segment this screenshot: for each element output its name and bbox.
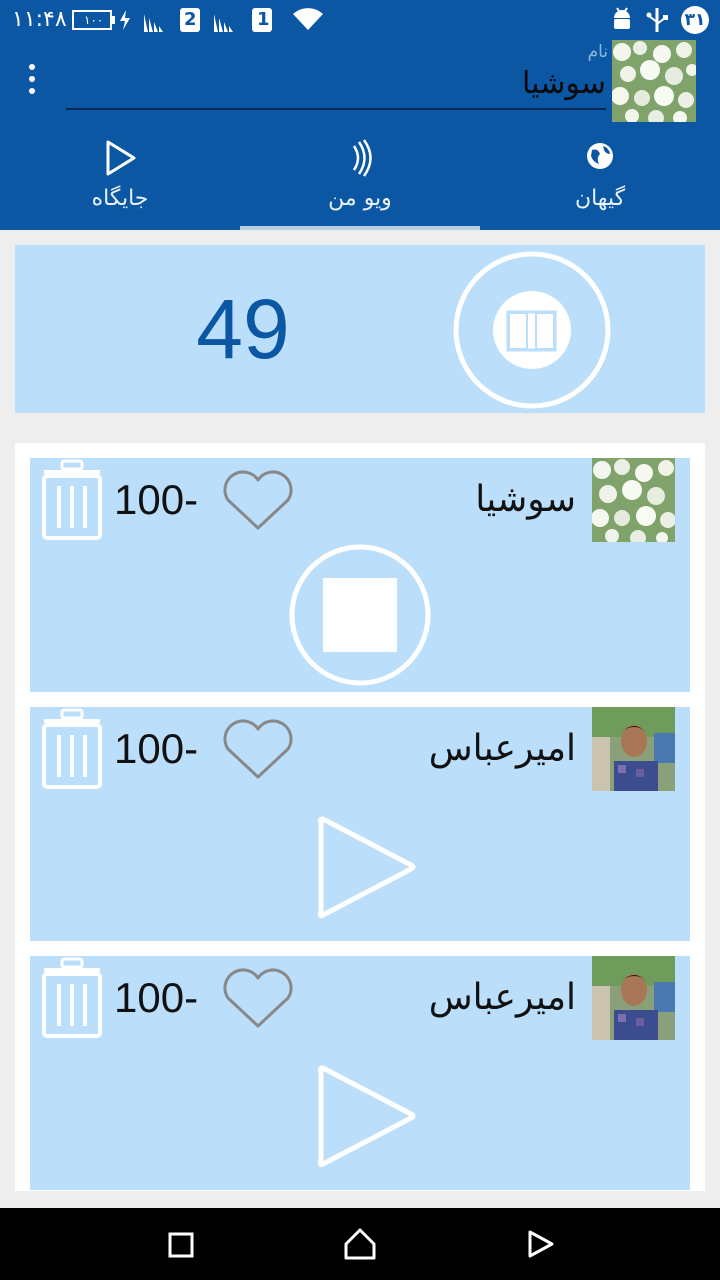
user-name: امیرعباس [428, 977, 576, 1018]
trash-icon[interactable] [40, 707, 104, 795]
name-field[interactable]: سوشیا [522, 66, 606, 101]
name-field-underline [66, 108, 606, 110]
wifi-icon [292, 6, 324, 36]
recents-icon[interactable] [166, 1226, 196, 1266]
tab-indicator [240, 226, 480, 230]
play-outline-icon [100, 136, 140, 184]
avatar [592, 956, 675, 1040]
heart-icon[interactable] [220, 966, 296, 1036]
tab-bar: جایگاه ویو من گیهان [0, 130, 720, 230]
countdown-value: 49 [196, 282, 290, 376]
back-icon[interactable] [524, 1226, 556, 1266]
tab-leaderboard[interactable]: جایگاه [0, 130, 240, 230]
sound-wave-icon [340, 136, 380, 184]
list-item[interactable]: 100- امیرعباس [30, 956, 690, 1190]
score: 100- [114, 725, 199, 772]
tab-label: جایگاه [91, 186, 149, 211]
globe-icon [580, 136, 620, 184]
charging-icon [118, 10, 132, 34]
sim1-number: 2 [184, 9, 197, 30]
list-item[interactable]: 100- امیرعباس [30, 707, 690, 941]
user-name: سوشیا [475, 479, 576, 520]
play-button[interactable] [285, 789, 435, 943]
tab-world[interactable]: گیهان [480, 130, 720, 230]
heart-icon[interactable] [220, 468, 296, 538]
user-name: امیرعباس [428, 728, 576, 769]
notification-count: ۳۱ [684, 10, 706, 30]
tab-my-view[interactable]: ویو من [240, 130, 480, 230]
pause-button[interactable] [452, 248, 612, 416]
score: 100- [114, 476, 199, 523]
avatar [592, 458, 675, 542]
home-icon[interactable] [342, 1226, 378, 1266]
score: 100- [114, 974, 199, 1021]
tab-label: ویو من [328, 186, 392, 211]
stop-button[interactable] [285, 540, 435, 694]
play-button[interactable] [285, 1038, 435, 1192]
avatar [592, 707, 675, 791]
trash-icon[interactable] [40, 458, 104, 546]
heart-icon[interactable] [220, 717, 296, 787]
clock: ۱۱:۴۸ [12, 7, 67, 32]
recordings-list: 100- سوشیا 100- امیرعباس 100- امیرعباس [15, 443, 705, 1191]
counter-card: 49 [15, 245, 705, 413]
signal-icon [142, 8, 168, 36]
android-icon [610, 6, 634, 36]
app-bar: نام سوشیا [0, 40, 720, 130]
usb-icon [646, 6, 668, 38]
overflow-menu-icon[interactable] [20, 64, 44, 104]
profile-photo[interactable] [612, 40, 696, 122]
tab-label: گیهان [574, 186, 626, 211]
battery-level: ۱۰۰ [84, 13, 104, 27]
list-item[interactable]: 100- سوشیا [30, 458, 690, 692]
signal-icon [212, 8, 238, 36]
trash-icon[interactable] [40, 956, 104, 1044]
name-label: نام [587, 42, 608, 62]
sim2-number: 1 [257, 9, 270, 30]
system-nav-bar [0, 1208, 720, 1280]
status-bar: ۱۱:۴۸ ۱۰۰ 2 1 ۳۱ [0, 0, 720, 40]
